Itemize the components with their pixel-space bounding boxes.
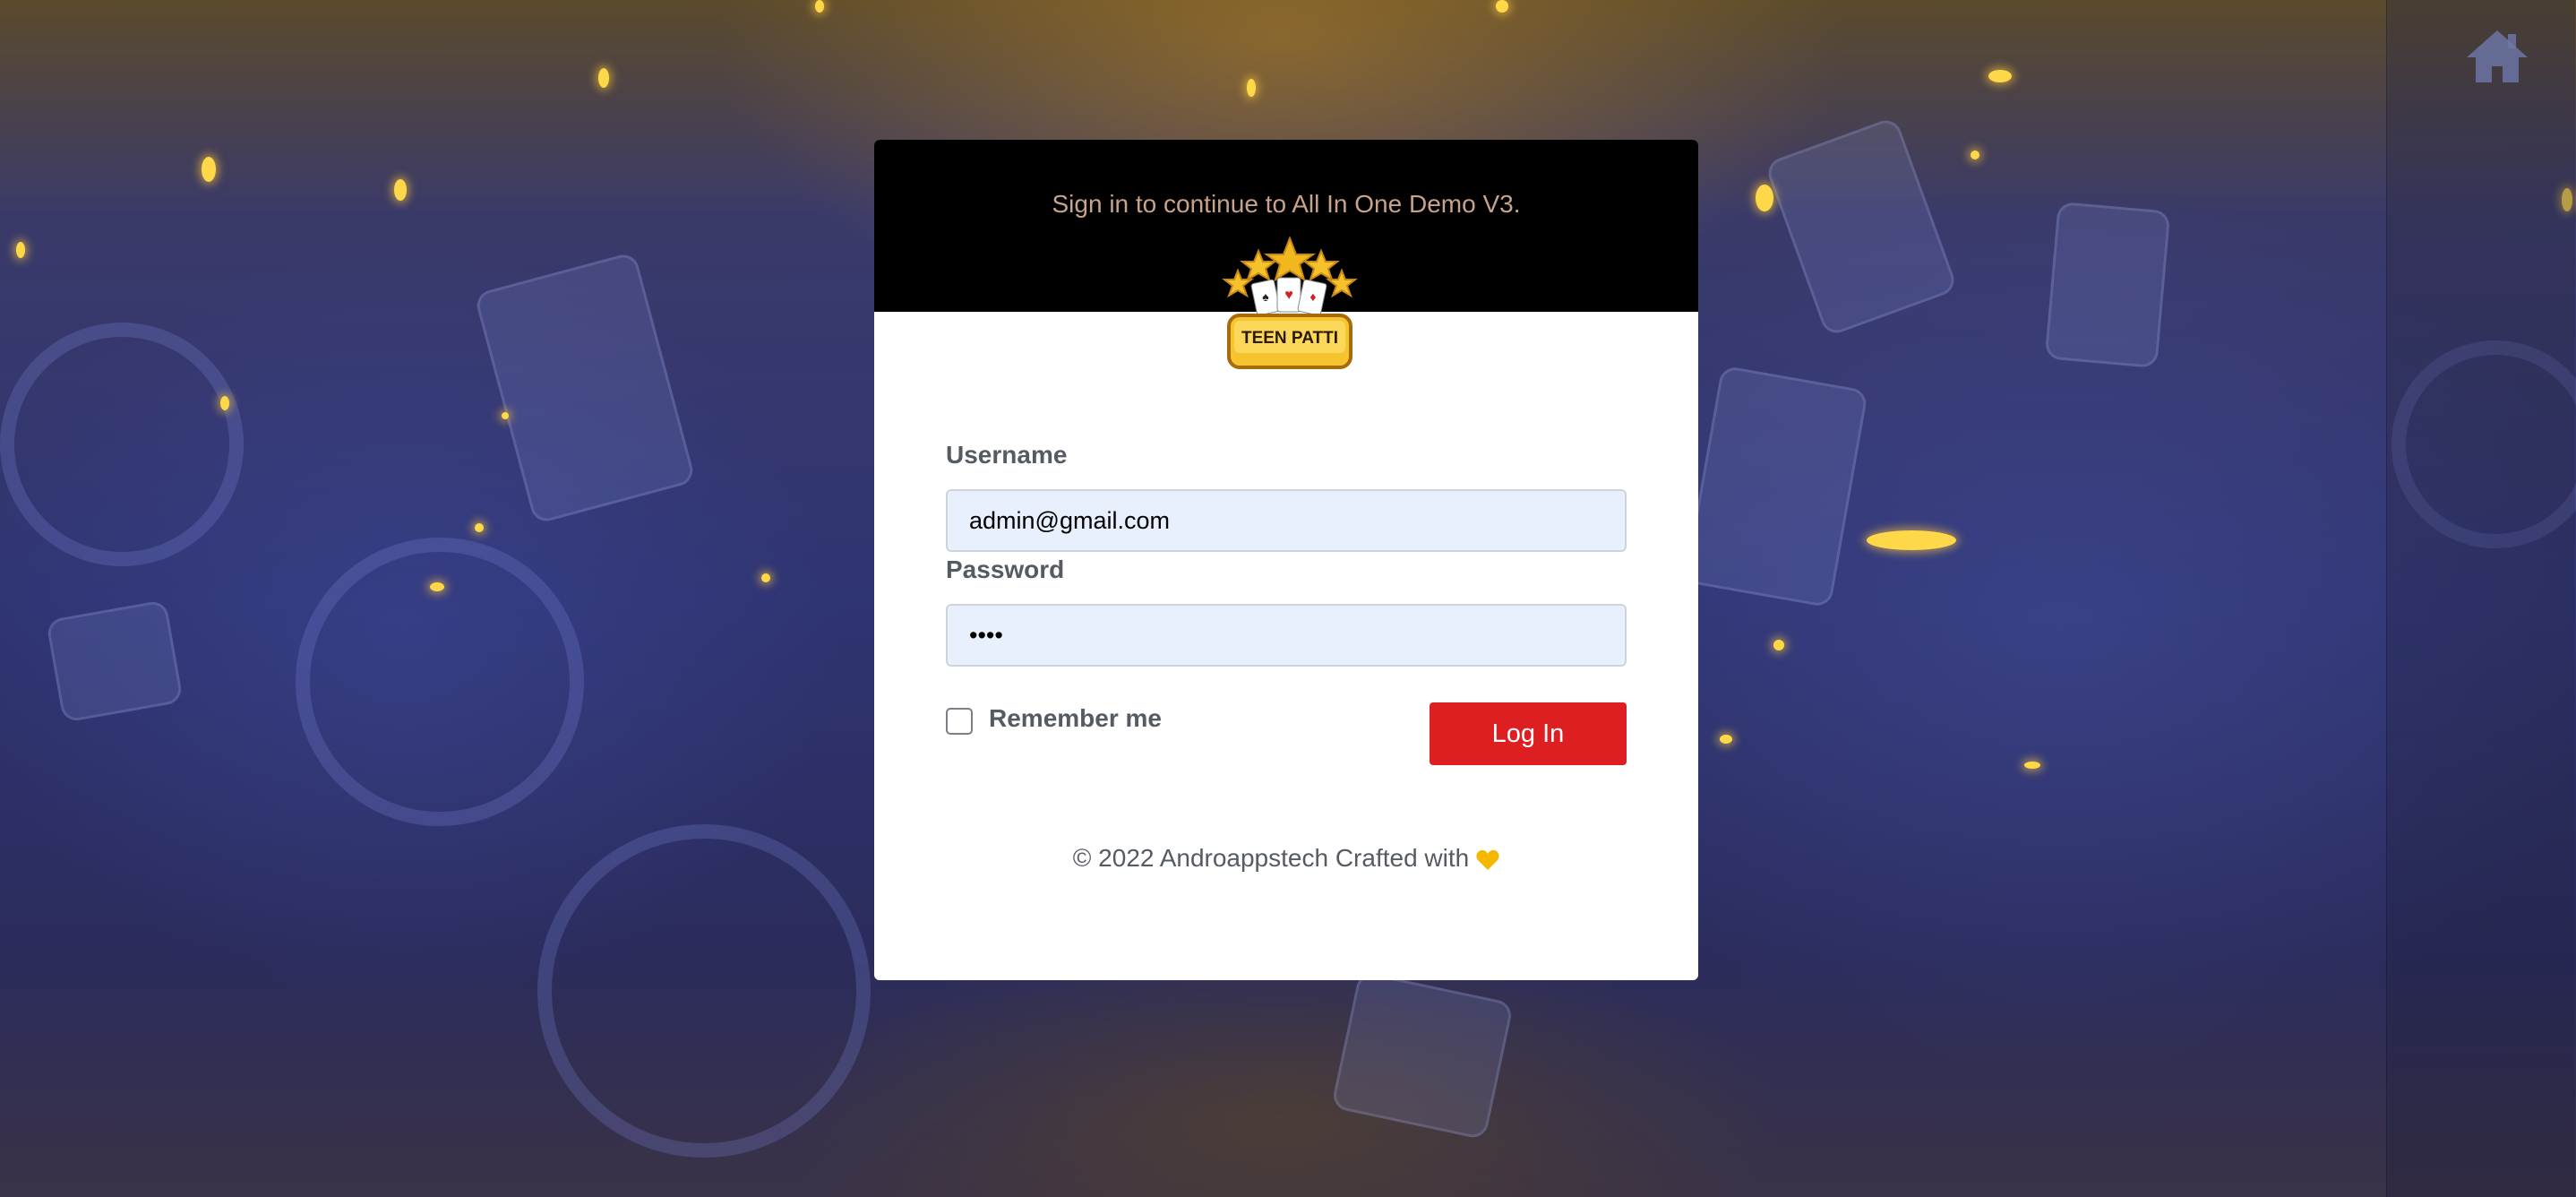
svg-text:♦: ♦ bbox=[1309, 289, 1316, 304]
home-icon[interactable] bbox=[2465, 27, 2529, 84]
login-button[interactable]: Log In bbox=[1430, 702, 1627, 765]
password-label: Password bbox=[946, 555, 1065, 583]
logo-text: TEEN PATTI bbox=[1241, 329, 1338, 348]
page-background: Sign in to continue to All In One Demo V… bbox=[0, 0, 2576, 1197]
signin-subtitle: Sign in to continue to All In One Demo V… bbox=[1052, 190, 1521, 218]
svg-text:♠: ♠ bbox=[1262, 289, 1269, 304]
remember-me-checkbox[interactable] bbox=[946, 708, 973, 735]
username-field[interactable] bbox=[946, 489, 1627, 552]
svg-text:♥: ♥ bbox=[1284, 288, 1293, 303]
heart-icon bbox=[1476, 849, 1499, 870]
password-field[interactable] bbox=[946, 604, 1627, 667]
teen-patti-logo: ♥ ♠ ♦ TEEN PATTI bbox=[1222, 236, 1358, 369]
copyright-text: © 2022 Androappstech Crafted with bbox=[1072, 844, 1470, 872]
footer-text: © 2022 Androappstech Crafted with bbox=[874, 844, 1698, 873]
username-label: Username bbox=[946, 441, 1068, 469]
remember-me-label[interactable]: Remember me bbox=[989, 704, 1162, 733]
login-card: Sign in to continue to All In One Demo V… bbox=[874, 140, 1698, 980]
right-side-panel bbox=[2386, 0, 2575, 1197]
